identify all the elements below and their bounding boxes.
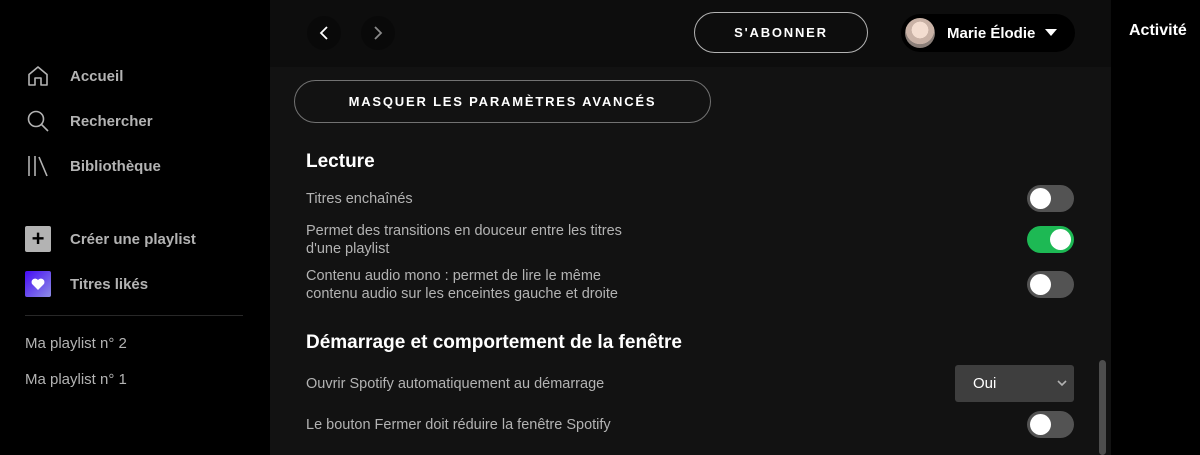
liked-songs-label: Titres likés bbox=[70, 275, 149, 293]
sidebar-divider bbox=[25, 315, 243, 316]
heart-icon bbox=[25, 271, 51, 297]
back-button[interactable] bbox=[307, 16, 341, 50]
setting-label-crossfade: Titres enchaînés bbox=[306, 191, 413, 207]
nav-label: Bibliothèque bbox=[70, 157, 161, 175]
create-playlist-button[interactable]: + Créer une playlist bbox=[25, 224, 196, 254]
setting-label-close-minimizes: Le bouton Fermer doit réduire la fenêtre… bbox=[306, 417, 611, 433]
user-menu-button[interactable]: Marie Élodie bbox=[901, 14, 1075, 52]
caret-down-icon bbox=[1045, 29, 1057, 36]
setting-label-line: d'une playlist bbox=[306, 241, 390, 257]
nav-label: Rechercher bbox=[70, 112, 153, 130]
friend-activity-panel: Activité bbox=[1111, 0, 1200, 455]
section-title-playback: Lecture bbox=[306, 151, 375, 172]
chevron-down-icon bbox=[1057, 380, 1067, 387]
nav-item-home[interactable]: Accueil bbox=[25, 61, 123, 91]
library-icon bbox=[25, 153, 51, 179]
setting-label-line: Contenu audio mono : permet de lire le m… bbox=[306, 268, 601, 284]
nav-item-search[interactable]: Rechercher bbox=[25, 106, 153, 136]
search-icon bbox=[25, 108, 51, 134]
sidebar: Accueil Rechercher Bibliothèque + Créer … bbox=[0, 0, 270, 455]
playlist-item[interactable]: Ma playlist n° 1 bbox=[25, 371, 127, 388]
subscribe-button[interactable]: S'ABONNER bbox=[694, 12, 868, 53]
setting-label-line: Permet des transitions en douceur entre … bbox=[306, 223, 622, 239]
nav-item-library[interactable]: Bibliothèque bbox=[25, 151, 161, 181]
toggle-close-minimizes[interactable] bbox=[1027, 411, 1074, 438]
setting-label-automix: Permet des transitions en douceur entre … bbox=[306, 222, 622, 258]
hide-advanced-settings-button[interactable]: MASQUER LES PARAMÈTRES AVANCÉS bbox=[294, 80, 711, 123]
setting-label-line: contenu audio sur les enceintes gauche e… bbox=[306, 286, 618, 302]
setting-label-autostart: Ouvrir Spotify automatiquement au démarr… bbox=[306, 376, 605, 392]
toggle-knob bbox=[1030, 414, 1051, 435]
toggle-knob bbox=[1050, 229, 1071, 250]
autostart-select[interactable]: Oui bbox=[955, 365, 1074, 402]
toggle-mono-audio[interactable] bbox=[1027, 271, 1074, 298]
forward-button[interactable] bbox=[361, 16, 395, 50]
activity-title: Activité bbox=[1129, 22, 1187, 39]
setting-label-mono-audio: Contenu audio mono : permet de lire le m… bbox=[306, 267, 618, 303]
nav-label: Accueil bbox=[70, 67, 124, 85]
playlist-item[interactable]: Ma playlist n° 2 bbox=[25, 335, 127, 352]
liked-songs-button[interactable]: Titres likés bbox=[25, 269, 148, 299]
plus-icon: + bbox=[25, 226, 51, 252]
chevron-right-icon bbox=[374, 26, 383, 40]
select-value: Oui bbox=[973, 375, 997, 392]
home-icon bbox=[25, 63, 51, 89]
main-content: S'ABONNER Marie Élodie MASQUER LES PARAM… bbox=[270, 0, 1111, 455]
toggle-automix[interactable] bbox=[1027, 226, 1074, 253]
avatar bbox=[905, 18, 935, 48]
user-name: Marie Élodie bbox=[947, 24, 1036, 42]
top-bar: S'ABONNER Marie Élodie bbox=[270, 0, 1111, 67]
toggle-knob bbox=[1030, 274, 1051, 295]
chevron-left-icon bbox=[319, 26, 328, 40]
section-title-startup: Démarrage et comportement de la fenêtre bbox=[306, 332, 682, 353]
toggle-knob bbox=[1030, 188, 1051, 209]
toggle-crossfade[interactable] bbox=[1027, 185, 1074, 212]
scrollbar[interactable] bbox=[1099, 360, 1106, 455]
create-playlist-label: Créer une playlist bbox=[70, 230, 196, 248]
